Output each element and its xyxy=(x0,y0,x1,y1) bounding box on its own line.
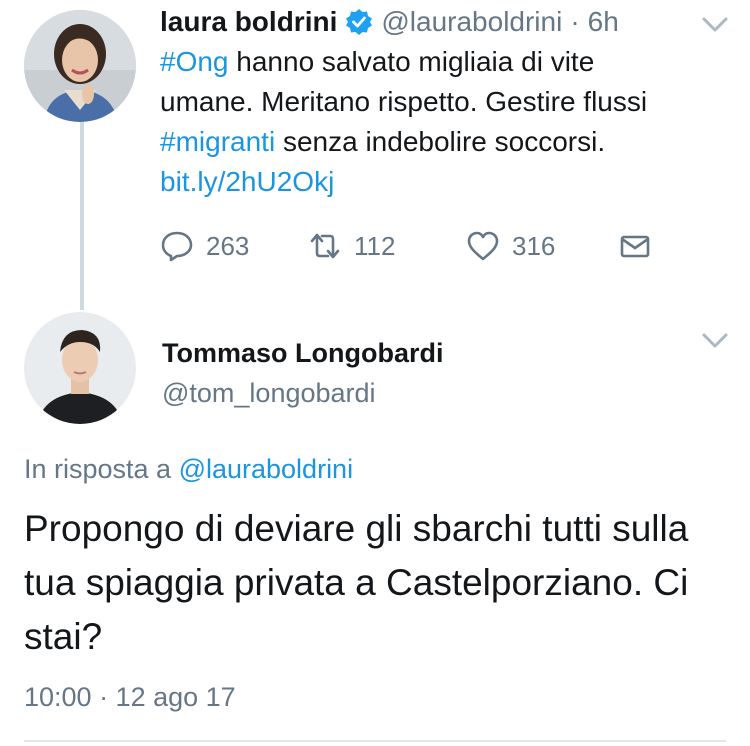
tweet-text: #Ong hanno salvato migliaia di vite uman… xyxy=(160,42,690,202)
verified-badge-icon xyxy=(345,8,373,36)
retweet-count: 112 xyxy=(354,230,396,261)
retweet-icon xyxy=(310,233,340,259)
like-count: 316 xyxy=(512,230,556,261)
reply-icon xyxy=(161,231,193,262)
direct-message-button[interactable] xyxy=(618,226,652,266)
tweet-text: Propongo di deviare gli sbarchi tutti su… xyxy=(24,508,689,657)
tweet-header: laura boldrini @lauraboldrini · 6h xyxy=(160,4,619,40)
avatar-laura-boldrini[interactable] xyxy=(24,10,136,122)
tweet-text-part: hanno salvato migliaia di vite umane. Me… xyxy=(160,46,648,117)
divider xyxy=(24,740,726,742)
reply-button[interactable]: 263 xyxy=(160,226,249,266)
envelope-icon xyxy=(620,235,650,258)
heart-icon xyxy=(467,231,499,261)
thread-connector-line xyxy=(80,122,84,310)
reply-prefix: In risposta a xyxy=(24,454,179,484)
handle[interactable]: @lauraboldrini xyxy=(381,4,562,40)
tweet-text-part: senza indebolire soccorsi. xyxy=(275,126,606,157)
tweet-menu-chevron-icon[interactable] xyxy=(700,14,730,36)
tweet-menu-chevron-icon[interactable] xyxy=(700,330,730,352)
tweet-time[interactable]: 6h xyxy=(588,4,619,40)
reply-context: In risposta a @lauraboldrini xyxy=(24,452,353,486)
display-name[interactable]: Tommaso Longobardi xyxy=(162,336,444,370)
reply-count: 263 xyxy=(206,230,250,261)
tweet-link[interactable]: bit.ly/2hU2Okj xyxy=(160,166,334,197)
retweet-button[interactable]: 112 xyxy=(308,226,395,266)
hashtag-migranti[interactable]: #migranti xyxy=(160,126,275,157)
avatar-tommaso-longobardi[interactable] xyxy=(24,312,136,424)
display-name[interactable]: laura boldrini xyxy=(160,4,337,40)
hashtag-ong[interactable]: #Ong xyxy=(160,46,229,77)
like-button[interactable]: 316 xyxy=(466,226,555,266)
separator-dot: · xyxy=(570,6,580,37)
reply-to-handle[interactable]: @lauraboldrini xyxy=(179,454,354,484)
handle[interactable]: @tom_longobardi xyxy=(162,376,376,410)
tweet-timestamp[interactable]: 10:00 · 12 ago 17 xyxy=(24,680,236,714)
